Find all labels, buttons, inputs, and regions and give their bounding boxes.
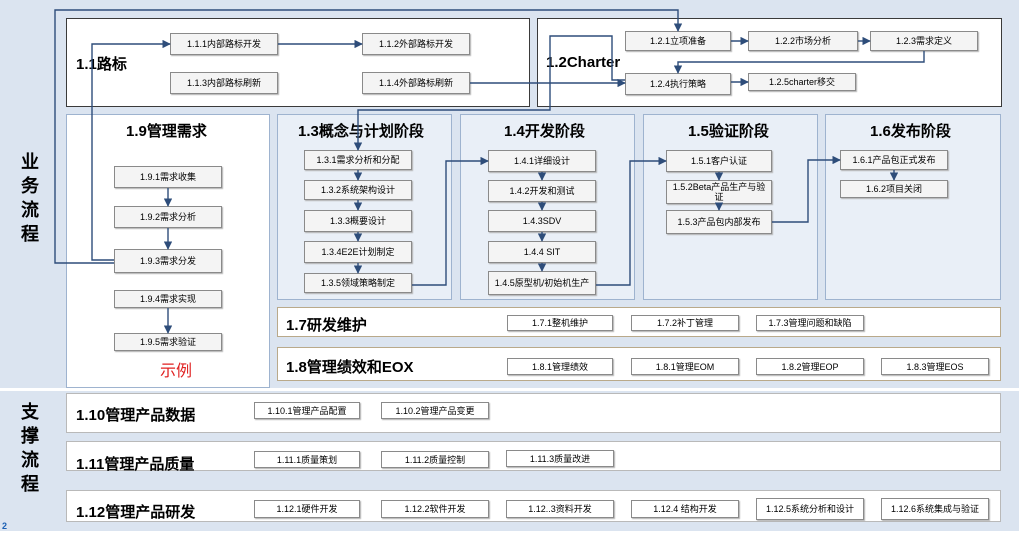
arrow-1-9-3-to-1-1-1	[91, 39, 171, 261]
arrow-1-2-5-to-1-3-1	[353, 35, 625, 151]
arrow-1-3-5-to-1-4-1	[412, 156, 489, 286]
arrow-1-5-3-to-1-6-1	[772, 155, 841, 223]
arrow-1-2-3-to-1-2-4	[673, 51, 925, 74]
arrow-1-9-3-to-1-2-1	[54, 9, 683, 264]
flow-connectors	[54, 9, 925, 334]
arrow-1-4-5-to-1-5-1	[596, 156, 667, 286]
